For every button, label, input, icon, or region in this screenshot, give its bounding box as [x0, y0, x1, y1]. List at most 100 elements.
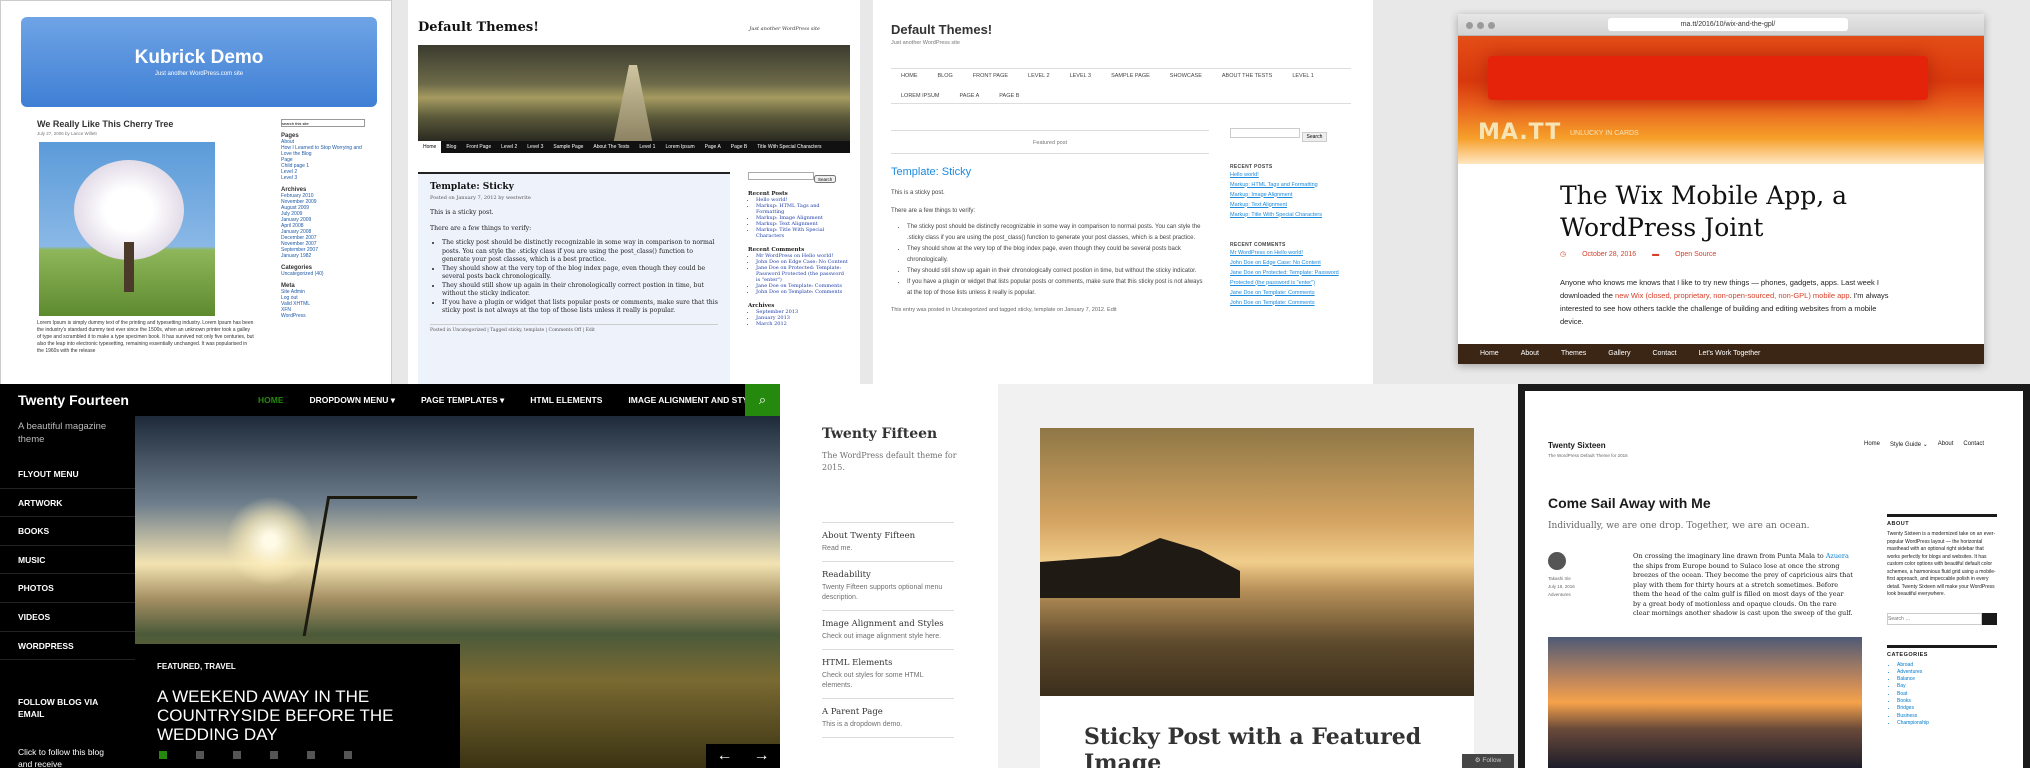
category-link[interactable]: Bridges: [1897, 705, 1997, 712]
search-input[interactable]: [748, 172, 814, 180]
featured-category[interactable]: FEATURED, TRAVEL: [157, 662, 438, 671]
footer-nav-item[interactable]: Home: [1480, 350, 1499, 357]
category-link[interactable]: Boat: [1897, 691, 1997, 698]
nav-item[interactable]: Title With Special Characters: [752, 144, 826, 150]
bullet[interactable]: They should still show up again in their…: [442, 282, 718, 299]
recent-comment-link[interactable]: John Doe on Edge Case: No Content: [756, 259, 848, 265]
menu-item[interactable]: LEVEL 1: [1282, 73, 1324, 79]
footer-nav-item[interactable]: Contact: [1652, 350, 1676, 357]
search-input[interactable]: [1230, 128, 1300, 138]
recent-comment-link[interactable]: Mr WordPress on Hello world!: [1230, 248, 1350, 258]
category-link[interactable]: Uncategorized (40): [281, 271, 371, 277]
recent-comment-link[interactable]: Jane Doe on Template: Comments: [756, 283, 848, 289]
post-date[interactable]: October 28, 2016: [1582, 251, 1636, 258]
menu-item[interactable]: LOREM IPSUM: [891, 93, 950, 99]
zoom-window-icon[interactable]: [1488, 22, 1495, 29]
menu-item[interactable]: About: [1938, 441, 1954, 448]
site-title[interactable]: Twenty Fourteen: [18, 392, 129, 408]
recent-post-link[interactable]: Markup: Title With Special Characters: [756, 227, 848, 239]
menu-item[interactable]: BLOG: [928, 73, 963, 79]
secondary-menu-item[interactable]: WORDPRESS: [0, 632, 135, 661]
nav-item[interactable]: About The Tests: [588, 144, 634, 150]
bullet[interactable]: They should show at the very top of the …: [442, 265, 718, 282]
nav-item-title[interactable]: A Parent Page: [822, 707, 954, 717]
menu-item[interactable]: HOME: [258, 395, 284, 405]
category-link[interactable]: Adventures: [1897, 669, 1997, 676]
recent-post-link[interactable]: Hello world!: [1230, 170, 1350, 180]
search-input[interactable]: [281, 119, 365, 127]
post-category[interactable]: Adventures: [1548, 591, 1575, 599]
menu-item[interactable]: SHOWCASE: [1160, 73, 1212, 79]
menu-item[interactable]: PAGE A: [950, 93, 990, 99]
menu-item[interactable]: FRONT PAGE: [963, 73, 1018, 79]
post-date[interactable]: July 19, 2016: [1548, 583, 1575, 591]
bullet[interactable]: They should show at the very top of the …: [907, 244, 1209, 266]
nav-item-title[interactable]: HTML Elements: [822, 658, 954, 668]
site-title[interactable]: Kubrick Demo: [21, 47, 377, 69]
menu-item[interactable]: SAMPLE PAGE: [1101, 73, 1160, 79]
menu-item[interactable]: DROPDOWN MENU ▾: [310, 395, 396, 406]
nav-item[interactable]: Level 2: [496, 144, 522, 150]
menu-item[interactable]: LEVEL 2: [1018, 73, 1060, 79]
kubrick-header[interactable]: Kubrick Demo Just another WordPress.com …: [21, 17, 377, 107]
nav-item[interactable]: Blog: [441, 144, 461, 150]
bullet[interactable]: The sticky post should be distinctly rec…: [442, 239, 718, 265]
category-link[interactable]: Championship: [1897, 720, 1997, 727]
site-title[interactable]: Default Themes!: [891, 22, 992, 37]
menu-item[interactable]: PAGE B: [989, 93, 1029, 99]
site-logo[interactable]: MA.TT: [1478, 120, 1561, 145]
category-link[interactable]: Business: [1897, 713, 1997, 720]
nav-item[interactable]: Sample Page: [548, 144, 588, 150]
slider-dot[interactable]: [344, 751, 352, 759]
recent-comment-link[interactable]: John Doe on Template: Comments: [756, 289, 848, 295]
search-button[interactable]: Search: [814, 174, 837, 183]
bullet[interactable]: If you have a plugin or widget that list…: [442, 299, 718, 316]
arrow-left-icon[interactable]: ←: [706, 744, 743, 768]
site-title[interactable]: Default Themes!: [418, 20, 539, 35]
sidebar-nav-item[interactable]: A Parent Page This is a dropdown demo.: [822, 699, 954, 738]
page-link[interactable]: How I Learned to Stop Worrying and Love …: [281, 145, 371, 157]
recent-comment-link[interactable]: Jane Doe on Protected: Template: Passwor…: [1230, 268, 1350, 288]
menu-item[interactable]: PAGE TEMPLATES ▾: [421, 395, 504, 406]
slider-dot[interactable]: [233, 751, 241, 759]
recent-post-link[interactable]: Markup: Image Alignment: [1230, 190, 1350, 200]
meta-link[interactable]: WordPress: [281, 313, 371, 319]
nav-item[interactable]: Level 1: [634, 144, 660, 150]
menu-item[interactable]: HOME: [891, 73, 928, 79]
slider-dot[interactable]: [307, 751, 315, 759]
bullet[interactable]: They should still show up again in their…: [907, 266, 1209, 277]
recent-post-link[interactable]: Markup: HTML Tags and Formatting: [1230, 180, 1350, 190]
post-category[interactable]: Open Source: [1675, 251, 1716, 258]
footer-nav-item[interactable]: Themes: [1561, 350, 1586, 357]
page-link[interactable]: Level 3: [281, 175, 371, 181]
address-bar[interactable]: ma.tt/2016/10/wix-and-the-gpl/: [1608, 18, 1848, 31]
category-link[interactable]: Books: [1897, 698, 1997, 705]
slider-dot[interactable]: [270, 751, 278, 759]
search-button[interactable]: Search: [1301, 131, 1328, 142]
nav-item[interactable]: Home: [418, 141, 442, 153]
nav-item[interactable]: Page B: [726, 144, 752, 150]
recent-post-link[interactable]: Markup: Title With Special Characters: [1230, 210, 1350, 220]
post-title[interactable]: Come Sail Away with Me: [1548, 495, 1711, 511]
secondary-menu-item[interactable]: MUSIC: [0, 546, 135, 575]
featured-title[interactable]: A WEEKEND AWAY IN THE COUNTRYSIDE BEFORE…: [157, 687, 438, 744]
sidebar-nav-item[interactable]: Readability Twenty Fifteen supports optio…: [822, 562, 954, 611]
azuera-link[interactable]: Azuera: [1826, 552, 1849, 560]
close-window-icon[interactable]: [1466, 22, 1473, 29]
recent-comment-link[interactable]: Jane Doe on Template: Comments: [1230, 288, 1350, 298]
post-title[interactable]: Template: Sticky: [891, 166, 1209, 178]
menu-item[interactable]: Contact: [1963, 441, 1984, 448]
menu-item[interactable]: Home: [1864, 441, 1880, 448]
search-icon[interactable]: [1982, 612, 1997, 625]
menu-item[interactable]: ABOUT THE TESTS: [1212, 73, 1282, 79]
minimize-window-icon[interactable]: [1477, 22, 1484, 29]
post-title[interactable]: Template: Sticky: [430, 182, 718, 192]
recent-comment-link[interactable]: Jane Doe on Protected: Template: Passwor…: [756, 265, 848, 283]
recent-post-link[interactable]: Markup: HTML Tags and Formatting: [756, 203, 848, 215]
category-link[interactable]: Balance: [1897, 676, 1997, 683]
category-link[interactable]: Abroad: [1897, 662, 1997, 669]
post-title[interactable]: The Wix Mobile App, a WordPress Joint: [1560, 180, 1940, 244]
slider-dot[interactable]: [196, 751, 204, 759]
site-title[interactable]: Twenty Sixteen: [1548, 441, 1606, 450]
search-input[interactable]: [1887, 612, 1982, 625]
